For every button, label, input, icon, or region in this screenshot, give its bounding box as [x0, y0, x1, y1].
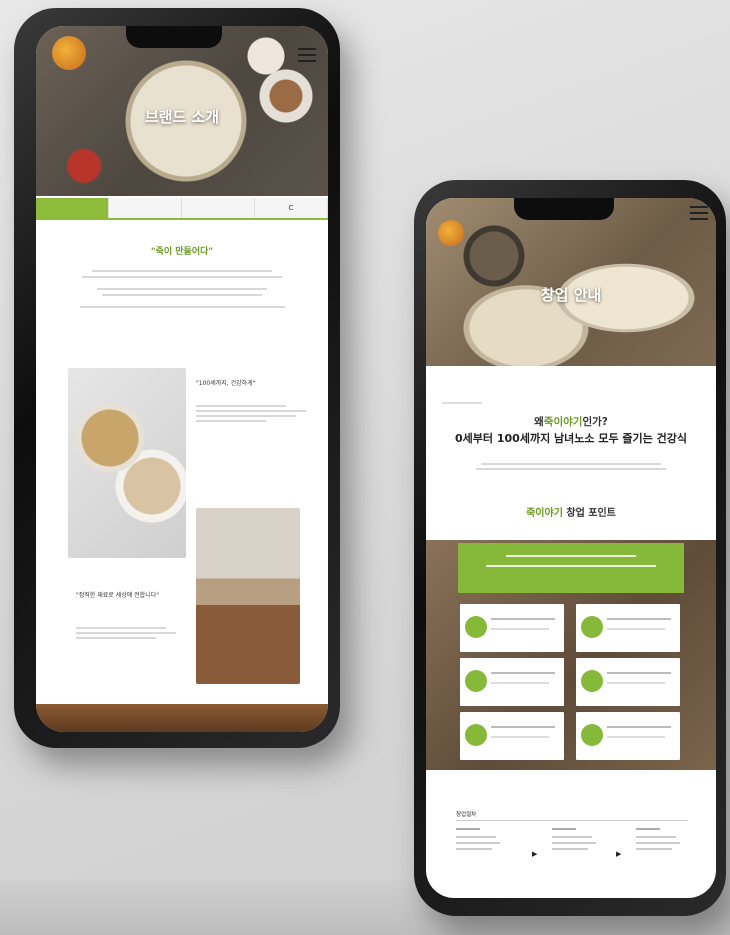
why-subtitle: 0세부터 100세까지 남녀노소 모두 즐기는 건강식: [455, 432, 687, 445]
hamburger-menu-icon[interactable]: [298, 48, 316, 62]
left-phone-notch: [126, 26, 222, 48]
left-phone: 브랜드 소개 C "죽이 만들어다" "100세까지, 건강하게" "정직한 재…: [14, 8, 340, 748]
process-step: [456, 828, 516, 850]
startup-point-card[interactable]: [460, 658, 564, 706]
left-photo-text-2: [76, 624, 186, 642]
point-icon: [465, 724, 487, 746]
why-suffix: 인가?: [582, 416, 608, 428]
left-photo-caption-1: "100세까지, 건강하게": [196, 380, 256, 387]
tab-third[interactable]: [182, 198, 255, 218]
brand-logo-icon[interactable]: [438, 220, 464, 246]
porridge-photo: [68, 368, 186, 558]
right-phone-screen: 창업 안내 왜죽이야기인가? 0세부터 100세까지 남녀노소 모두 즐기는 건…: [426, 198, 716, 898]
left-phone-screen: 브랜드 소개 C "죽이 만들어다" "100세까지, 건강하게" "정직한 재…: [36, 26, 328, 732]
breadcrumb: [442, 402, 482, 404]
left-hero-title: 브랜드 소개: [144, 108, 220, 126]
point-icon: [465, 670, 487, 692]
startup-point-card[interactable]: [576, 604, 680, 652]
arrow-right-icon: ▶: [616, 850, 622, 858]
left-photo-text-1: [196, 402, 316, 425]
right-phone-notch: [514, 198, 614, 220]
left-footer-image: [36, 704, 328, 732]
point-icon: [581, 670, 603, 692]
startup-point-card[interactable]: [576, 712, 680, 760]
startup-point-card[interactable]: [460, 604, 564, 652]
left-sub-tabs: C: [36, 198, 328, 220]
tab-fourth[interactable]: C: [255, 198, 328, 218]
tab-brand-intro[interactable]: [36, 198, 109, 218]
why-title: 왜죽이야기인가?: [426, 414, 716, 429]
startup-points-banner: [458, 543, 684, 593]
arrow-right-icon: ▶: [532, 850, 538, 858]
startup-points-title: 죽이야기 창업 포인트: [426, 504, 716, 519]
left-photo-caption-2: "정직한 재료로 세상에 전합니다": [76, 592, 160, 599]
restaurant-photo: [196, 508, 300, 684]
right-hero-title: 창업 안내: [540, 286, 602, 304]
tab-second[interactable]: [109, 198, 182, 218]
process-step: [552, 828, 612, 850]
point-icon: [581, 724, 603, 746]
left-section-heading: "죽이 만들어다": [150, 247, 214, 257]
process-step: [636, 828, 696, 850]
why-prefix: 왜: [534, 416, 544, 428]
left-intro-paragraph: [76, 266, 288, 312]
right-phone: 창업 안내 왜죽이야기인가? 0세부터 100세까지 남녀노소 모두 즐기는 건…: [414, 180, 726, 916]
process-divider: [456, 820, 688, 821]
process-title: 창업절차: [456, 812, 477, 818]
point-icon: [581, 616, 603, 638]
startup-points-suffix: 창업 포인트: [562, 508, 616, 519]
startup-point-card[interactable]: [460, 712, 564, 760]
why-brand-accent: 죽이야기: [543, 416, 583, 428]
why-description: [466, 460, 676, 473]
hamburger-menu-icon[interactable]: [690, 206, 708, 220]
right-hero-image: [426, 198, 716, 366]
startup-point-card[interactable]: [576, 658, 680, 706]
startup-points-brand: 죽이야기: [526, 508, 563, 519]
point-icon: [465, 616, 487, 638]
brand-logo-icon[interactable]: [52, 36, 86, 70]
